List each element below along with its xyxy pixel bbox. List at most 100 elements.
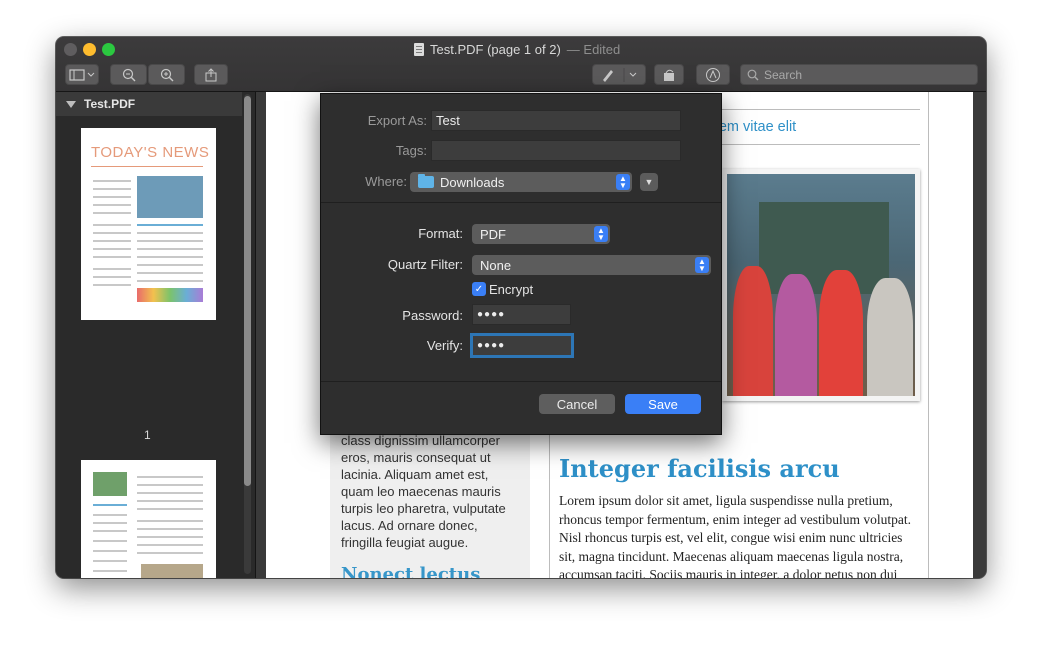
window-title-edited: — Edited	[566, 41, 621, 57]
page-rule	[714, 109, 920, 110]
thumbnail-photo	[141, 564, 203, 578]
markup-icon	[706, 67, 720, 82]
thumbnail-text-line	[137, 248, 203, 250]
page-margin-line	[928, 92, 929, 578]
thumbnail-text-line	[93, 268, 131, 270]
page-thumbnail-2[interactable]	[81, 460, 216, 578]
thumbnail-text-line	[137, 508, 203, 510]
title-bar: Test.PDF (page 1 of 2) — Edited Search	[56, 37, 986, 92]
share-button[interactable]	[194, 64, 228, 85]
share-icon	[205, 67, 217, 81]
markup-pen-button[interactable]	[592, 64, 646, 85]
zoom-out-button[interactable]	[110, 64, 147, 85]
export-as-field[interactable]: Test	[431, 110, 681, 131]
thumbnail-text-line	[93, 276, 131, 278]
where-value: Downloads	[440, 174, 505, 190]
format-label: Format:	[418, 226, 463, 241]
thumbnail-text-line	[93, 256, 131, 258]
close-window-button[interactable]	[64, 43, 77, 56]
thumbnail-text-line	[93, 560, 127, 562]
thumbnail-text-line	[137, 528, 203, 530]
thumbnail-text-line	[137, 552, 203, 554]
sidebar-file-name: Test.PDF	[84, 97, 136, 111]
thumbnail-text-line	[93, 232, 131, 234]
thumbnail-text-line	[93, 540, 127, 542]
tags-field[interactable]	[431, 140, 681, 161]
page-rule	[714, 144, 920, 145]
zoom-in-button[interactable]	[148, 64, 185, 85]
dialog-separator	[321, 381, 721, 382]
format-value: PDF	[480, 226, 506, 242]
thumbnail-text-line	[137, 272, 203, 274]
minimize-window-button[interactable]	[83, 43, 96, 56]
thumbnail-text-line	[137, 476, 203, 478]
thumbnail-text-line	[93, 550, 127, 552]
window-title-text: Test.PDF (page 1 of 2)	[430, 41, 561, 57]
export-sheet: Export As: Test Tags: Where: Downloads ▲…	[320, 93, 722, 435]
thumbnail-title: TODAY'S NEWS	[91, 144, 210, 161]
folder-icon	[418, 174, 434, 188]
thumbnail-text-line	[93, 224, 131, 226]
annotate-button[interactable]	[696, 64, 730, 85]
thumbnail-text-line	[137, 264, 203, 266]
thumbnail-text-line	[93, 188, 131, 190]
thumbnail-heading-line	[93, 504, 127, 506]
thumbnail-text-line	[93, 204, 131, 206]
thumbnail-heading-line	[137, 224, 203, 226]
thumbnail-text-line	[137, 544, 203, 546]
rotate-button[interactable]	[654, 64, 684, 85]
sidebar-toggle-button[interactable]	[65, 64, 99, 85]
thumbnail-text-line	[137, 280, 203, 282]
page-top-line: rem vitae elit	[714, 119, 797, 135]
where-popup[interactable]: Downloads ▲ ▼	[410, 172, 632, 192]
sidebar-scrollbar-thumb[interactable]	[244, 96, 251, 486]
verify-label: Verify:	[426, 338, 463, 353]
encrypt-checkbox[interactable]: ✓	[472, 282, 486, 296]
search-field[interactable]: Search	[740, 64, 978, 85]
document-icon	[414, 42, 424, 56]
classroom-photo	[722, 169, 920, 401]
sidebar-icon	[69, 68, 95, 81]
encrypt-label: Encrypt	[489, 282, 534, 297]
thumbnail-photo	[93, 472, 127, 496]
tags-label: Tags:	[395, 143, 427, 158]
thumbnail-text-line	[137, 256, 203, 258]
zoom-in-icon	[160, 68, 173, 81]
thumbnail-text-line	[93, 248, 131, 250]
zoom-window-button[interactable]	[102, 43, 115, 56]
cancel-button[interactable]: Cancel	[539, 394, 615, 414]
password-label: Password:	[402, 308, 463, 323]
thumbnail-text-line	[93, 530, 127, 532]
page-thumbnail-1[interactable]: TODAY'S NEWS	[81, 128, 216, 320]
page-number-label: 1	[144, 428, 151, 442]
sidebar-paragraph: class dignissim ullamcorper eros, mauris…	[341, 433, 506, 550]
rotate-icon	[664, 69, 674, 81]
photo-child	[819, 270, 863, 396]
thumbnail-text-line	[93, 180, 131, 182]
sidebar-file-header[interactable]: Test.PDF	[56, 92, 242, 116]
photo-child	[733, 266, 773, 396]
sidebar-heading: Nonect lectus	[341, 564, 481, 578]
thumbnail-rule	[91, 166, 203, 167]
quartz-filter-label: Quartz Filter:	[387, 257, 463, 272]
password-field[interactable]: ●●●●	[472, 304, 571, 325]
chevron-down-icon: ▼	[644, 177, 654, 187]
search-placeholder: Search	[764, 67, 803, 82]
thumbnail-text-line	[137, 492, 203, 494]
checkmark-icon: ✓	[474, 283, 484, 295]
popup-stepper-icon: ▲ ▼	[616, 174, 630, 190]
thumbnail-text-line	[137, 240, 203, 242]
thumbnail-text-line	[93, 284, 131, 286]
thumbnail-text-line	[137, 520, 203, 522]
thumbnail-text-line	[137, 500, 203, 502]
disclosure-triangle-icon[interactable]	[66, 100, 76, 108]
format-popup[interactable]: PDF ▲ ▼	[472, 224, 610, 244]
save-button[interactable]: Save	[625, 394, 701, 414]
thumbnail-bar-chart	[137, 288, 203, 302]
search-icon	[747, 69, 759, 80]
quartz-filter-popup[interactable]: None ▲ ▼	[472, 255, 711, 275]
verify-field[interactable]: ●●●●	[470, 333, 574, 358]
expand-browser-button[interactable]: ▼	[640, 173, 658, 191]
article-paragraph: Lorem ipsum dolor sit amet, ligula suspe…	[559, 493, 912, 578]
zoom-out-icon	[122, 68, 135, 81]
